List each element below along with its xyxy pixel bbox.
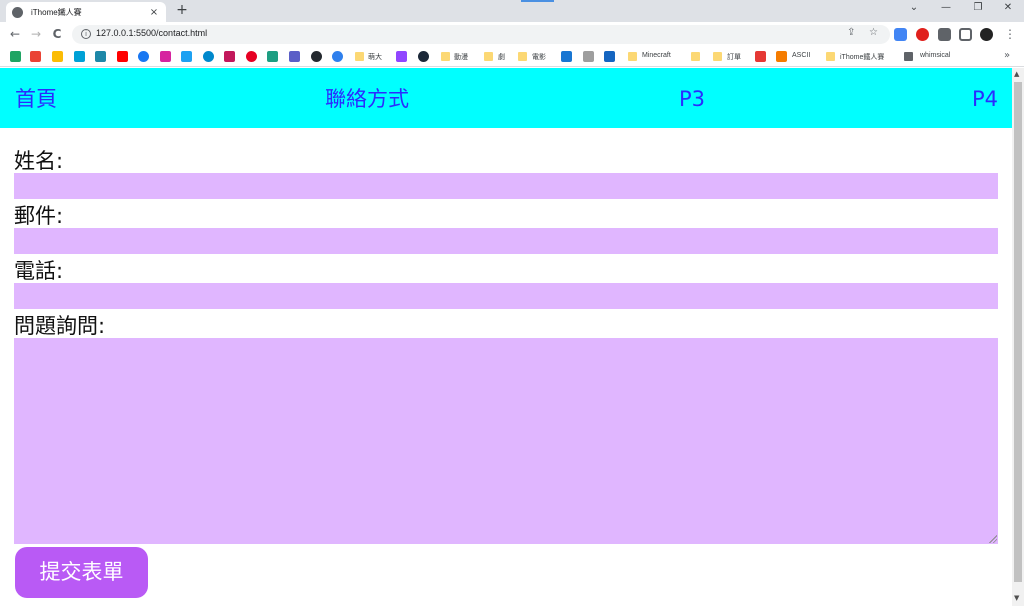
- bookmark-folder-label[interactable]: Minecraft: [642, 52, 671, 59]
- pinterest-bookmark-icon[interactable]: [246, 51, 257, 62]
- nav-link-home[interactable]: 首頁: [15, 86, 57, 112]
- page-scrollbar[interactable]: ▲ ▼: [1012, 68, 1024, 606]
- adblock-extension-icon[interactable]: [916, 28, 929, 41]
- folder-icon: [518, 52, 527, 61]
- bookmark-folder-label[interactable]: 動漫: [454, 52, 468, 62]
- photos-bookmark-icon[interactable]: [52, 51, 63, 62]
- more-bookmarks-icon[interactable]: »: [1004, 50, 1010, 61]
- steam-bookmark-icon[interactable]: [418, 51, 429, 62]
- app-bookmark-icon[interactable]: [95, 51, 106, 62]
- twitter-bookmark-icon[interactable]: [181, 51, 192, 62]
- profile-avatar-icon[interactable]: [980, 28, 993, 41]
- bookmarks-bar: 萌大 動漫 劇 電影 Minecraft 訂單 ASCII iThome鐵人賽 …: [0, 47, 1024, 67]
- submit-button[interactable]: 提交表單: [15, 547, 148, 598]
- tab-close-icon[interactable]: ×: [148, 7, 160, 18]
- folder-icon: [826, 52, 835, 61]
- email-label: 郵件:: [14, 204, 64, 228]
- star-icon[interactable]: ☆: [869, 27, 878, 38]
- bookmark-folder-label[interactable]: 萌大: [368, 52, 382, 62]
- instagram-bookmark-icon[interactable]: [160, 51, 171, 62]
- folder-icon: [355, 52, 364, 61]
- browser-toolbar: ← → C i 127.0.0.1:5500/contact.html ⇪ ☆ …: [0, 22, 1024, 47]
- name-input[interactable]: [14, 173, 998, 199]
- scroll-up-icon[interactable]: ▲: [1014, 70, 1019, 78]
- app-bookmark-icon[interactable]: [224, 51, 235, 62]
- bookmark-label[interactable]: ASCII: [792, 52, 810, 59]
- site-navbar: 首頁 聯絡方式 P3 P4: [0, 68, 1012, 128]
- bookmark-folder-label[interactable]: 電影: [532, 52, 546, 62]
- bookmark-folder-label[interactable]: iThome鐵人賽: [840, 52, 884, 62]
- browser-tab[interactable]: iThome鐵人賽 ×: [6, 2, 166, 22]
- telegram-bookmark-icon[interactable]: [203, 51, 214, 62]
- app-bookmark-icon[interactable]: [332, 51, 343, 62]
- youtube-bookmark-icon[interactable]: [117, 51, 128, 62]
- page-viewport: 首頁 聯絡方式 P3 P4 姓名: 郵件: 電話: 問題詢問: 提交表單 ▲ ▼: [0, 68, 1024, 606]
- gmail-bookmark-icon[interactable]: [30, 51, 41, 62]
- question-textarea[interactable]: [14, 338, 998, 544]
- globe-icon: [12, 6, 23, 18]
- new-tab-button[interactable]: +: [175, 3, 189, 17]
- minimize-icon[interactable]: —: [938, 2, 954, 13]
- email-input[interactable]: [14, 228, 998, 254]
- name-label: 姓名:: [14, 149, 64, 173]
- back-icon[interactable]: ←: [8, 26, 22, 42]
- tab-title: iThome鐵人賽: [31, 7, 82, 17]
- folder-icon: [484, 52, 493, 61]
- folder-icon: [441, 52, 450, 61]
- textarea-resize-handle[interactable]: [989, 535, 997, 543]
- app-bookmark-icon[interactable]: [604, 51, 615, 62]
- app-bookmark-icon[interactable]: [755, 51, 766, 62]
- github-bookmark-icon[interactable]: [311, 51, 322, 62]
- tab-search-icon[interactable]: ⌄: [906, 2, 922, 13]
- url-text[interactable]: 127.0.0.1:5500/contact.html: [96, 28, 207, 38]
- folder-icon: [904, 52, 913, 61]
- browser-menu-icon[interactable]: ⋮: [1003, 26, 1017, 42]
- app-bookmark-icon[interactable]: [776, 51, 787, 62]
- close-window-icon[interactable]: ✕: [1000, 2, 1016, 13]
- reload-icon[interactable]: C: [50, 26, 64, 42]
- tab-strip-indicator: [521, 0, 554, 2]
- folder-icon: [713, 52, 722, 61]
- restore-icon[interactable]: ❐: [970, 2, 986, 13]
- nav-link-p4[interactable]: P4: [972, 86, 998, 112]
- drive-bookmark-icon[interactable]: [10, 51, 21, 62]
- bilibili-bookmark-icon[interactable]: [74, 51, 85, 62]
- share-icon[interactable]: ⇪: [847, 27, 855, 38]
- nav-link-p3[interactable]: P3: [679, 86, 705, 112]
- extensions-puzzle-icon[interactable]: [938, 28, 951, 41]
- app-bookmark-icon[interactable]: [583, 51, 594, 62]
- info-icon[interactable]: i: [81, 29, 91, 39]
- question-label: 問題詢問:: [14, 314, 106, 338]
- twitch-bookmark-icon[interactable]: [396, 51, 407, 62]
- phone-input[interactable]: [14, 283, 998, 309]
- phone-label: 電話:: [14, 259, 64, 283]
- facebook-bookmark-icon[interactable]: [138, 51, 149, 62]
- teams-bookmark-icon[interactable]: [289, 51, 300, 62]
- scroll-down-icon[interactable]: ▼: [1014, 594, 1019, 602]
- folder-icon: [628, 52, 637, 61]
- bookmark-folder-label[interactable]: 劇: [498, 52, 505, 62]
- bookmark-folder-label[interactable]: 訂單: [727, 52, 741, 62]
- bookmark-folder-label[interactable]: whimsical: [920, 52, 950, 59]
- nav-link-contact[interactable]: 聯絡方式: [325, 86, 409, 112]
- folder-icon: [691, 52, 700, 61]
- app-bookmark-icon[interactable]: [267, 51, 278, 62]
- forward-icon[interactable]: →: [29, 26, 43, 42]
- side-panel-icon[interactable]: [959, 28, 972, 41]
- translate-extension-icon[interactable]: [894, 28, 907, 41]
- app-bookmark-icon[interactable]: [561, 51, 572, 62]
- tab-strip: iThome鐵人賽 × + ⌄ — ❐ ✕: [0, 0, 1024, 22]
- scroll-thumb[interactable]: [1014, 82, 1022, 582]
- address-bar[interactable]: i 127.0.0.1:5500/contact.html ⇪ ☆: [72, 25, 890, 44]
